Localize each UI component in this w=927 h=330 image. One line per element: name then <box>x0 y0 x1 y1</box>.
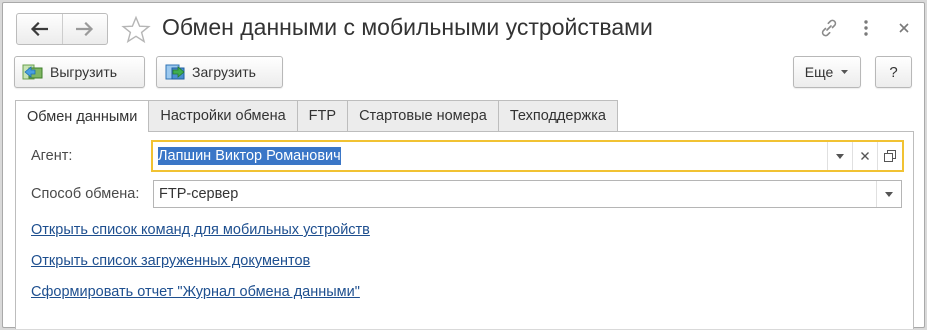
method-field[interactable]: FTP-сервер <box>153 180 902 208</box>
help-label: ? <box>889 63 898 81</box>
tab-ftp[interactable]: FTP <box>296 100 349 131</box>
tab-bar: Обмен данными Настройки обмена FTP Старт… <box>15 100 618 132</box>
tab-label: Техподдержка <box>509 108 606 124</box>
close-icon <box>899 23 909 33</box>
agent-input[interactable]: Лапшин Виктор Романович <box>153 147 827 165</box>
link-icon <box>821 19 837 37</box>
close-button[interactable] <box>893 17 915 39</box>
navigation-buttons <box>16 13 108 45</box>
tab-panel: Агент: Лапшин Виктор Романович Способ об… <box>15 131 914 329</box>
dropdown-arrow-icon <box>841 70 849 74</box>
open-icon <box>884 150 896 162</box>
more-label: Еще <box>804 64 834 80</box>
download-icon <box>165 64 185 80</box>
upload-icon <box>22 64 43 80</box>
form-window: Обмен данными с мобильными устройствами … <box>2 2 925 329</box>
dropdown-arrow-icon <box>836 153 844 159</box>
upload-button[interactable]: Выгрузить <box>14 56 145 88</box>
tab-start-numbers[interactable]: Стартовые номера <box>347 100 499 131</box>
agent-field[interactable]: Лапшин Виктор Романович <box>151 140 904 172</box>
dropdown-arrow-icon <box>885 191 893 197</box>
help-button[interactable]: ? <box>875 56 912 88</box>
link-exchange-log-report[interactable]: Сформировать отчет "Журнал обмена данным… <box>31 284 360 300</box>
more-vertical-icon <box>864 20 868 36</box>
clear-icon <box>861 152 869 160</box>
link-loaded-documents[interactable]: Открыть список загруженных документов <box>31 253 310 269</box>
more-menu-button[interactable] <box>855 17 877 39</box>
agent-label: Агент: <box>31 148 73 164</box>
tab-exchange-settings[interactable]: Настройки обмена <box>148 100 298 131</box>
tab-support[interactable]: Техподдержка <box>497 100 618 131</box>
more-button[interactable]: Еще <box>793 56 861 88</box>
method-value: FTP-сервер <box>159 186 239 202</box>
title-bar: Обмен данными с мобильными устройствами <box>3 3 924 51</box>
tab-exchange[interactable]: Обмен данными <box>15 100 150 132</box>
back-arrow-icon <box>31 22 49 36</box>
tab-label: Настройки обмена <box>160 108 286 124</box>
agent-value: Лапшин Виктор Романович <box>158 147 341 165</box>
method-label: Способ обмена: <box>31 186 140 202</box>
download-button[interactable]: Загрузить <box>156 56 283 88</box>
tab-label: FTP <box>308 108 337 124</box>
agent-open-button[interactable] <box>877 142 902 170</box>
tab-label: Стартовые номера <box>359 108 487 124</box>
forward-button[interactable] <box>61 14 107 44</box>
tab-label: Обмен данными <box>27 108 138 125</box>
forward-arrow-icon <box>75 22 94 36</box>
link-mobile-commands[interactable]: Открыть список команд для мобильных устр… <box>31 222 370 238</box>
page-title: Обмен данными с мобильными устройствами <box>162 14 653 40</box>
link-button[interactable] <box>818 17 840 39</box>
download-label: Загрузить <box>192 64 256 80</box>
method-dropdown-button[interactable] <box>876 181 901 207</box>
agent-dropdown-button[interactable] <box>827 142 852 170</box>
agent-clear-button[interactable] <box>852 142 877 170</box>
upload-label: Выгрузить <box>50 64 118 80</box>
back-button[interactable] <box>17 14 62 44</box>
star-icon[interactable] <box>121 15 151 45</box>
